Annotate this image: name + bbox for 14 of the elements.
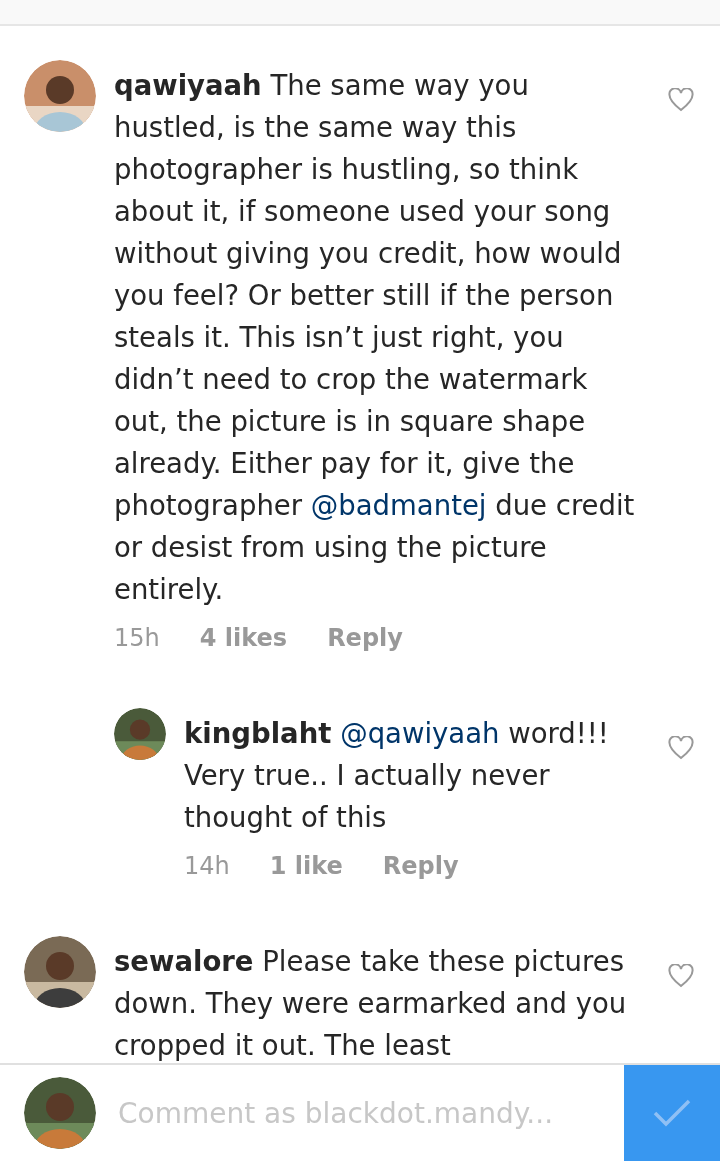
comment-time: 14h	[184, 852, 230, 880]
comment-text: kingblaht @qawiyaah word!!! Very true.. I actually never thought of this	[184, 716, 610, 835]
comment-text: qawiyaah The same way you hustled, is the same way this photographer is hustling, so think about it, if someone used your song without giving you credit, how would you feel? Or better still if the person steals it. This isn’t just right, you didn’t need to crop the watermark out, the picture is in square shape already. Either pay for it, give the photographer @badmantej due credit or desist from using the picture entirely.	[114, 68, 636, 607]
comment-field[interactable]: Comment as blackdot.mandy...	[116, 1095, 624, 1131]
comment-time: 15h	[114, 624, 160, 652]
likes-count[interactable]: 4 likes	[199, 624, 288, 652]
heart-icon[interactable]	[668, 736, 694, 760]
reply-link[interactable]: Reply	[327, 624, 403, 652]
heart-icon[interactable]	[668, 964, 694, 988]
likes-count[interactable]: 1 like	[269, 852, 343, 880]
reply-link[interactable]: Reply	[382, 852, 459, 880]
checkmark-icon	[652, 1098, 692, 1128]
comment-text: sewalore Please take these pictures down. They were earmarked and you cropped it out. The least	[114, 944, 628, 1063]
heart-icon[interactable]	[668, 88, 694, 112]
